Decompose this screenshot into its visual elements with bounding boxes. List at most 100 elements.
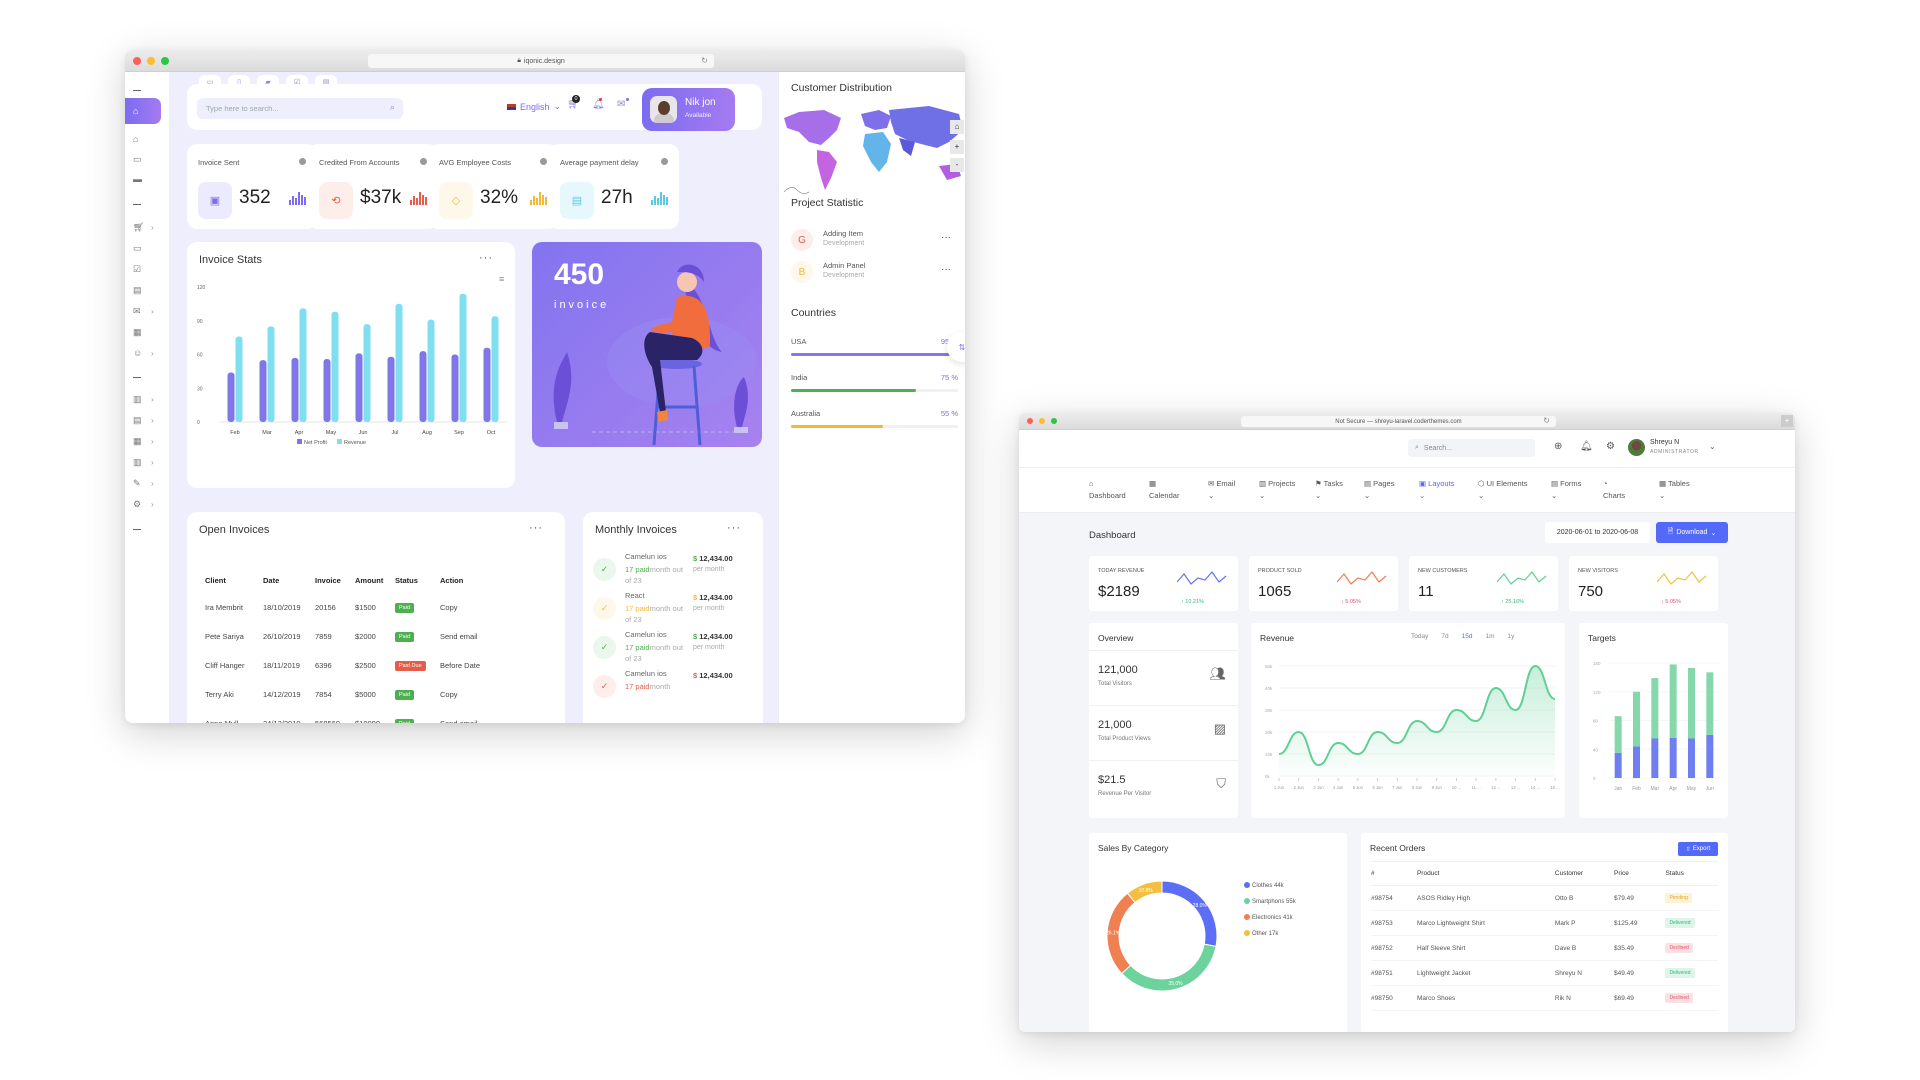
- legend-item[interactable]: Electronics 41k: [1244, 910, 1296, 926]
- action-link[interactable]: Copy: [440, 593, 490, 622]
- search-icon[interactable]: ⌕: [390, 102, 395, 113]
- map-home-button[interactable]: ⌂: [950, 120, 964, 134]
- sidebar-item-chart[interactable]: ▥ ›: [125, 453, 169, 471]
- download-button[interactable]: 🗎︎ Download ⌄: [1656, 522, 1728, 543]
- nav-email[interactable]: ✉ Email ⌄: [1208, 478, 1235, 502]
- nav-tables[interactable]: ▦ Tables ⌄: [1659, 478, 1690, 502]
- user-profile-button[interactable]: Nik jon Available: [642, 88, 735, 131]
- sidebar-item-edit[interactable]: ✎ ›: [125, 474, 169, 492]
- sidebar-item-folder[interactable]: ▬: [125, 170, 169, 188]
- sidebar-item-home-outline[interactable]: ⌂: [125, 130, 169, 148]
- bell-icon[interactable]: 🔔︎: [592, 98, 605, 110]
- new-tab-button[interactable]: +: [1781, 415, 1793, 427]
- world-map[interactable]: ⌂ + -: [779, 100, 965, 200]
- more-options-button[interactable]: ···: [479, 252, 493, 264]
- bell-icon[interactable]: 🔔︎: [1580, 441, 1593, 452]
- nav-charts[interactable]: ◔ Charts: [1603, 478, 1625, 502]
- chevron-down-icon: ⌄: [1259, 491, 1266, 500]
- table-row[interactable]: #98754 ASOS Ridley High Otto B $79.49 Pendin…: [1371, 885, 1718, 911]
- address-bar[interactable]: 🔒︎ iqonic.design ↻: [368, 54, 714, 68]
- sidebar-item-user[interactable]: ☺ ›: [125, 344, 169, 362]
- reload-icon[interactable]: ↻: [701, 56, 708, 65]
- map-zoom-out-button[interactable]: -: [950, 158, 964, 172]
- nav-pages[interactable]: ▤ Pages ⌄: [1364, 478, 1394, 502]
- tab-1m[interactable]: 1m: [1485, 633, 1494, 640]
- maximize-window-button[interactable]: [161, 57, 169, 65]
- search-input[interactable]: Type here to search... ⌕: [197, 98, 403, 119]
- cart-icon[interactable]: 🛒︎ 0: [567, 95, 580, 110]
- gear-icon[interactable]: ⚙: [1606, 441, 1615, 452]
- amount-value: 12,434.00: [699, 593, 733, 602]
- legend-item[interactable]: Clothes 44k: [1244, 878, 1296, 894]
- more-options-button[interactable]: ···: [529, 522, 543, 534]
- sidebar-item-credit-card[interactable]: ▤: [125, 281, 169, 299]
- x-tick-label: Apr: [1669, 786, 1677, 792]
- nav-tasks[interactable]: ⚑ Tasks ⌄: [1315, 478, 1343, 502]
- action-link[interactable]: Send email: [440, 622, 490, 651]
- nav-projects[interactable]: ▥ Projects ⌄: [1259, 478, 1295, 502]
- address-bar[interactable]: Not Secure — shreyu-laravel.coderthemes.…: [1241, 416, 1556, 427]
- tab-1y[interactable]: 1y: [1507, 633, 1514, 640]
- search-input[interactable]: ⌕ Search...: [1408, 439, 1535, 457]
- nav-calendar[interactable]: ▦ Calendar: [1149, 478, 1179, 502]
- sidebar-item-home[interactable]: ⌂: [125, 98, 161, 124]
- info-icon[interactable]: [661, 158, 668, 165]
- info-icon[interactable]: [540, 158, 547, 165]
- legend-item[interactable]: Other 17k: [1244, 926, 1296, 942]
- language-selector[interactable]: English ⌄: [507, 101, 561, 112]
- minimize-window-button[interactable]: [147, 57, 155, 65]
- table-row[interactable]: #98750 Marco Shoes Rik N $69.49 Declined: [1371, 985, 1718, 1011]
- tab-today[interactable]: Today: [1411, 633, 1428, 640]
- export-button[interactable]: ⇧ Export: [1678, 842, 1718, 856]
- info-icon[interactable]: [420, 158, 427, 165]
- sidebar-item-table[interactable]: ▦ ›: [125, 432, 169, 450]
- globe-icon[interactable]: ⊕: [1554, 441, 1562, 452]
- chevron-down-icon[interactable]: ⌄: [1709, 442, 1716, 451]
- chevron-right-icon: ›: [151, 457, 154, 467]
- sidebar-item-mail[interactable]: ✉ ›: [125, 302, 169, 320]
- tab-15d[interactable]: 15d: [1462, 633, 1473, 640]
- sidebar-item-calendar[interactable]: ▦: [125, 323, 169, 341]
- maximize-window-button[interactable]: [1051, 418, 1057, 424]
- action-link[interactable]: Before Date: [440, 651, 490, 680]
- more-options-button[interactable]: ···: [727, 522, 741, 534]
- reload-icon[interactable]: ↻: [1543, 416, 1550, 425]
- status-badge: Delivered: [1665, 968, 1695, 978]
- sidebar-item-plugin[interactable]: ⚙ ›: [125, 495, 169, 513]
- settings-toggle-button[interactable]: ⇅: [947, 332, 965, 362]
- map-zoom-in-button[interactable]: +: [950, 140, 964, 154]
- list-item[interactable]: ✓ Camelun ios 17 paidmonth $ 12,434.00: [593, 669, 758, 715]
- chart-menu-icon[interactable]: ≡: [499, 274, 504, 284]
- nav-label: Forms: [1560, 479, 1582, 488]
- close-window-button[interactable]: [1027, 418, 1033, 424]
- more-options-button[interactable]: ···: [941, 264, 951, 275]
- legend-item[interactable]: Smartphons 55k: [1244, 894, 1296, 910]
- action-link[interactable]: Copy: [440, 680, 490, 709]
- sidebar-item-chat[interactable]: ▭: [125, 150, 169, 168]
- nav-forms[interactable]: ▤ Forms ⌄: [1551, 478, 1581, 502]
- sidebar-item-checklist[interactable]: ☑: [125, 260, 169, 278]
- mail-icon[interactable]: ✉: [617, 98, 629, 110]
- sidebar-item-messages[interactable]: ▭: [125, 239, 169, 257]
- project-item[interactable]: G Adding Item Development ···: [791, 227, 961, 255]
- sidebar-item-cart[interactable]: 🛒︎ ›: [125, 218, 169, 236]
- table-row[interactable]: #98752 Half Sleeve Shirt Dave B $35.49 Decli…: [1371, 935, 1718, 961]
- minimize-window-button[interactable]: [1039, 418, 1045, 424]
- date-range-picker[interactable]: 2020-06-01 to 2020-06-08: [1545, 522, 1650, 543]
- item-subtitle: 17 paidmonth out of 23: [625, 642, 685, 664]
- table-row[interactable]: #98753 Marco Lightweight Shirt Mark P $125.…: [1371, 910, 1718, 936]
- avatar[interactable]: [1628, 439, 1645, 456]
- sidebar-item-form[interactable]: ▤ ›: [125, 411, 169, 429]
- action-link[interactable]: Send email: [440, 709, 490, 723]
- close-window-button[interactable]: [133, 57, 141, 65]
- info-icon[interactable]: [299, 158, 306, 165]
- nav-layouts[interactable]: ▣ Layouts ⌄: [1419, 478, 1454, 502]
- card-title: Revenue: [1260, 633, 1295, 643]
- nav-ui-elements[interactable]: ⬡ UI Elements ⌄: [1478, 478, 1528, 502]
- sidebar-item-columns[interactable]: ▥ ›: [125, 390, 169, 408]
- more-options-button[interactable]: ···: [941, 232, 951, 243]
- table-row[interactable]: #98751 Lightweight Jacket Shreyu N $49.49 De…: [1371, 960, 1718, 986]
- tab-7d[interactable]: 7d: [1441, 633, 1448, 640]
- project-item[interactable]: B Admin Panel Development ···: [791, 259, 961, 287]
- nav-dashboard[interactable]: ⌂ Dashboard: [1089, 478, 1126, 502]
